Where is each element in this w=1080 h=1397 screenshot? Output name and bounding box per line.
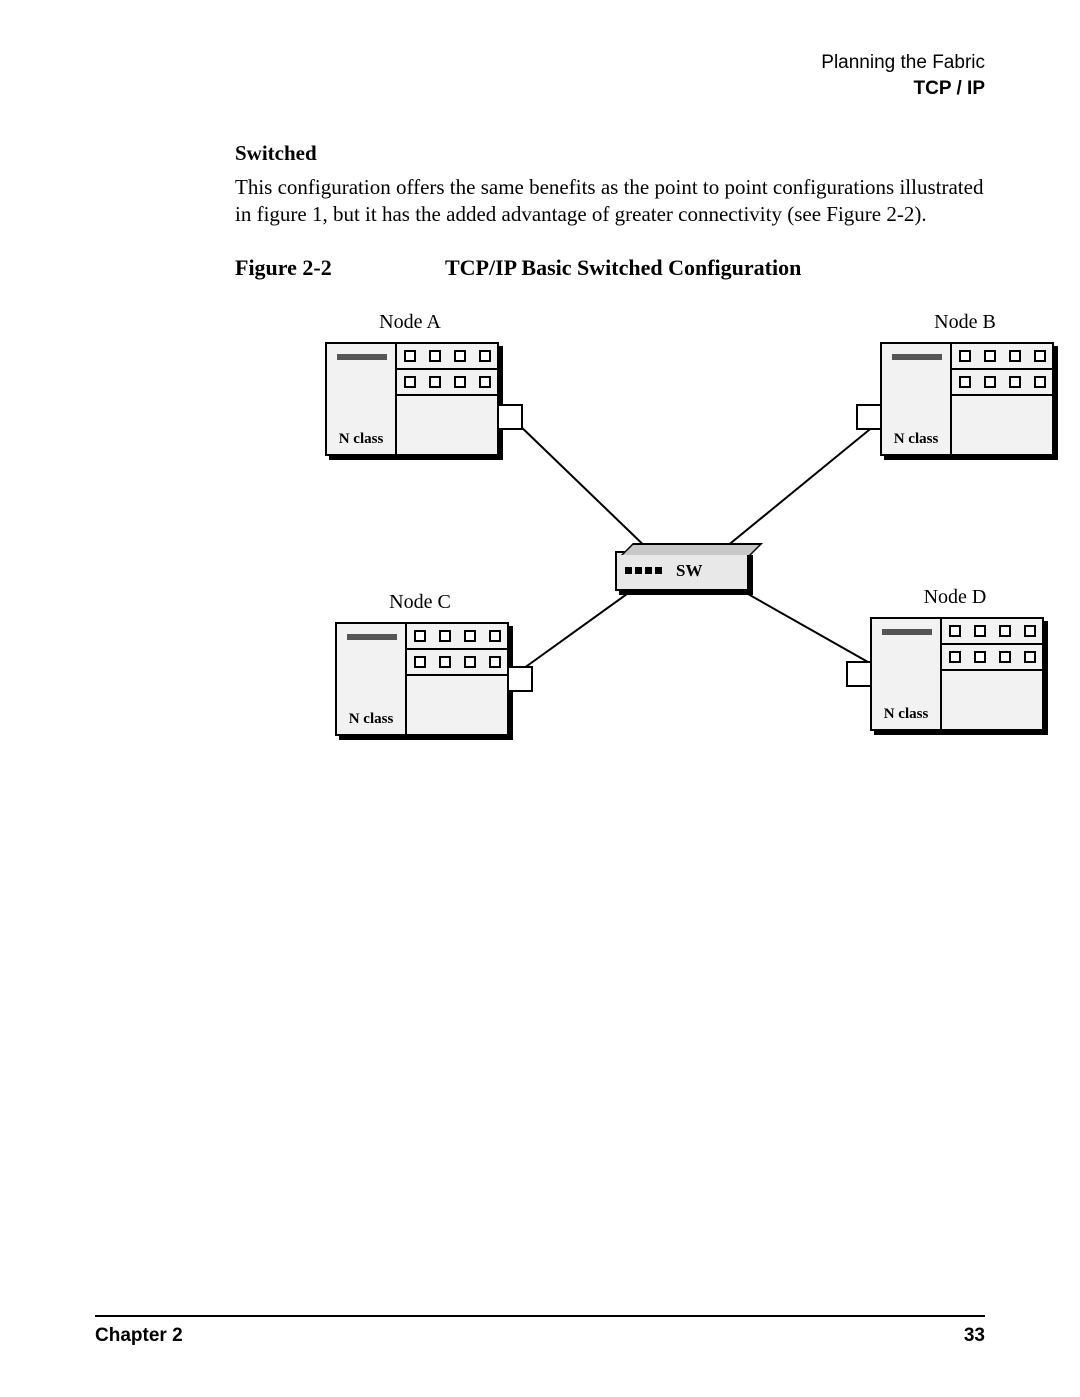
page-header: Planning the Fabric TCP / IP: [95, 50, 985, 101]
node-d-card: N class: [870, 617, 1044, 731]
section-paragraph: This configuration offers the same benef…: [235, 174, 985, 227]
header-section: Planning the Fabric: [95, 50, 985, 76]
figure-label: Figure 2-2: [235, 255, 445, 281]
footer-rule: [95, 1315, 985, 1317]
node-a-left: N class: [327, 344, 397, 454]
section-heading: Switched: [235, 141, 985, 166]
figure-title: TCP/IP Basic Switched Configuration: [445, 255, 801, 281]
drive-slot-icon: [347, 634, 397, 640]
node-b-left: N class: [882, 344, 952, 454]
node-d-right: [942, 619, 1042, 729]
node-b: Node B N class: [880, 311, 1050, 456]
node-d-title: Node D: [870, 586, 1040, 609]
footer-chapter: Chapter 2: [95, 1325, 183, 1347]
node-c: Node C N class: [335, 591, 505, 736]
node-c-class: N class: [337, 711, 405, 728]
header-topic: TCP / IP: [95, 76, 985, 102]
node-a-title: Node A: [325, 311, 495, 334]
figure-diagram: Node A N class Node B: [325, 311, 1080, 831]
drive-slot-icon: [337, 354, 387, 360]
node-d-port-icon: [846, 661, 872, 687]
drive-slot-icon: [882, 629, 932, 635]
switch-ports-icon: [625, 567, 662, 574]
node-b-title: Node B: [880, 311, 1050, 334]
node-a-card: N class: [325, 342, 499, 456]
node-b-class: N class: [882, 431, 950, 448]
drive-slot-icon: [892, 354, 942, 360]
figure-caption-row: Figure 2-2 TCP/IP Basic Switched Configu…: [235, 255, 985, 281]
node-c-card: N class: [335, 622, 509, 736]
node-d-left: N class: [872, 619, 942, 729]
node-c-right: [407, 624, 507, 734]
node-d: Node D N class: [870, 586, 1040, 731]
footer-page-number: 33: [964, 1325, 985, 1347]
switch-label: SW: [676, 561, 702, 581]
page-footer: Chapter 2 33: [95, 1315, 985, 1347]
node-a: Node A N class: [325, 311, 495, 456]
body-column: Switched This configuration offers the s…: [235, 141, 985, 831]
node-c-title: Node C: [335, 591, 505, 614]
node-c-left: N class: [337, 624, 407, 734]
node-a-right: [397, 344, 497, 454]
switch: SW: [615, 551, 749, 591]
node-b-card: N class: [880, 342, 1054, 456]
node-c-port-icon: [507, 666, 533, 692]
node-b-right: [952, 344, 1052, 454]
node-a-class: N class: [327, 431, 395, 448]
page: Planning the Fabric TCP / IP Switched Th…: [0, 0, 1080, 1397]
node-b-port-icon: [856, 404, 882, 430]
node-d-class: N class: [872, 706, 940, 723]
node-a-port-icon: [497, 404, 523, 430]
